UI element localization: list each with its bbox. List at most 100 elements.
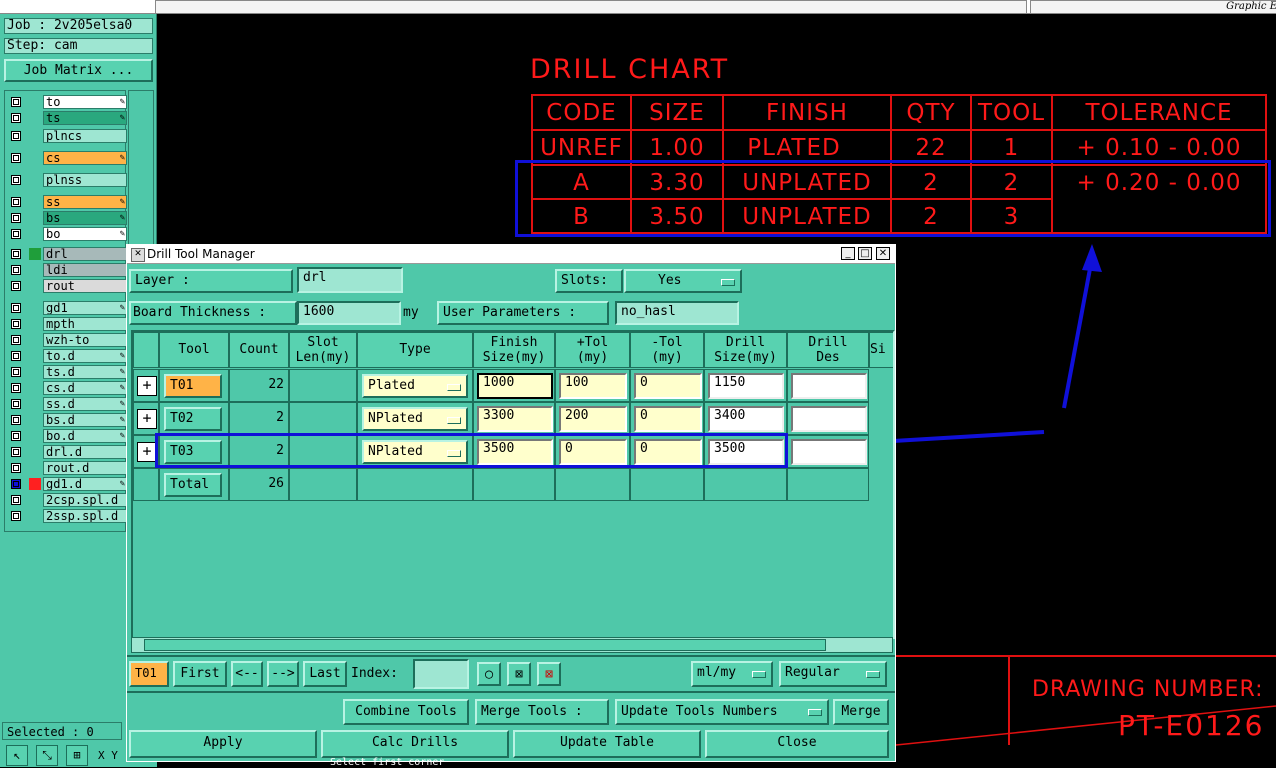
layer-checkbox[interactable] xyxy=(11,213,21,223)
drill-des-input[interactable] xyxy=(791,373,867,399)
expand-icon[interactable]: + xyxy=(137,442,157,462)
dialog-titlebar[interactable]: ✕ Drill Tool Manager _ □ ✕ xyxy=(127,245,895,264)
mode-select[interactable]: Regular xyxy=(779,661,887,687)
delete-icon[interactable]: ⊠ xyxy=(537,662,561,686)
update-tools-numbers-select[interactable]: Update Tools Numbers xyxy=(615,699,829,725)
layer-checkbox[interactable] xyxy=(11,511,21,521)
plus-tol-input[interactable]: 200 xyxy=(559,406,627,432)
next-button[interactable]: --> xyxy=(267,661,299,687)
layer-row[interactable]: 2ssp.spl.d xyxy=(5,509,127,523)
layer-row[interactable]: ts.d ✎ xyxy=(5,365,127,379)
layer-checkbox[interactable] xyxy=(11,131,21,141)
minus-tol-input[interactable]: 0 xyxy=(634,406,702,432)
layer-name[interactable]: ts.d ✎ xyxy=(43,365,127,379)
layer-name[interactable]: to ✎ xyxy=(43,95,127,109)
layer-row[interactable]: cs ✎ xyxy=(5,151,127,165)
layer-checkbox[interactable] xyxy=(11,265,21,275)
layer-field[interactable]: drl xyxy=(297,267,403,293)
thickness-field[interactable]: 1600 xyxy=(297,301,401,325)
layer-row[interactable]: ts ✎ xyxy=(5,111,127,125)
scroll-thumb[interactable] xyxy=(144,639,826,651)
drill-size-input[interactable]: 1150 xyxy=(708,373,784,399)
layer-checkbox[interactable] xyxy=(11,367,21,377)
layer-row[interactable]: rout.d xyxy=(5,461,127,475)
last-button[interactable]: Last xyxy=(303,661,347,687)
layer-checkbox[interactable] xyxy=(11,153,21,163)
layer-name[interactable]: plnss xyxy=(43,173,127,187)
plus-tol-input[interactable]: 100 xyxy=(559,373,627,399)
prev-button[interactable]: <-- xyxy=(231,661,263,687)
tool-button[interactable]: T02 xyxy=(164,407,222,431)
update-table-button[interactable]: Update Table xyxy=(513,730,701,758)
layer-name[interactable]: gd1 ✎ xyxy=(43,301,127,315)
job-matrix-button[interactable]: Job Matrix ... xyxy=(4,59,153,82)
minimize-icon[interactable]: _ xyxy=(841,247,855,260)
layer-row[interactable]: bs.d ✎ xyxy=(5,413,127,427)
layer-row[interactable]: 2csp.spl.d xyxy=(5,493,127,507)
layer-row[interactable]: ss ✎ xyxy=(5,195,127,209)
layer-row[interactable]: gd1.d ✎ xyxy=(5,477,127,491)
layer-name[interactable]: ts ✎ xyxy=(43,111,127,125)
select-arrow-icon[interactable]: ↖ xyxy=(6,745,28,766)
layer-row[interactable]: drl.d xyxy=(5,445,127,459)
index-field[interactable] xyxy=(413,659,469,689)
grid-icon[interactable]: ⊞ xyxy=(66,745,88,766)
layer-row[interactable]: drl xyxy=(5,247,127,261)
layer-checkbox[interactable] xyxy=(11,303,21,313)
layer-checkbox[interactable] xyxy=(11,351,21,361)
type-select[interactable]: NPlated xyxy=(362,407,468,431)
layer-checkbox[interactable] xyxy=(11,383,21,393)
layer-row[interactable]: plnss xyxy=(5,173,127,187)
layer-name[interactable]: cs ✎ xyxy=(43,151,127,165)
layer-name[interactable]: to.d ✎ xyxy=(43,349,127,363)
layer-name[interactable]: ss.d ✎ xyxy=(43,397,127,411)
units-select[interactable]: ml/my xyxy=(691,661,773,687)
expand-icon[interactable]: + xyxy=(137,376,157,396)
layer-checkbox[interactable] xyxy=(11,197,21,207)
layer-row[interactable]: plncs xyxy=(5,129,127,143)
drill-size-input[interactable]: 3400 xyxy=(708,406,784,432)
layer-name[interactable]: cs.d ✎ xyxy=(43,381,127,395)
layer-checkbox[interactable] xyxy=(11,319,21,329)
layer-name[interactable]: mpth xyxy=(43,317,127,331)
layer-row[interactable]: ldi xyxy=(5,263,127,277)
layer-name[interactable]: 2ssp.spl.d xyxy=(43,509,127,523)
layer-name[interactable]: bs.d ✎ xyxy=(43,413,127,427)
layer-checkbox[interactable] xyxy=(11,431,21,441)
layer-name[interactable]: 2csp.spl.d xyxy=(43,493,127,507)
layer-checkbox[interactable] xyxy=(11,479,21,489)
layer-row[interactable]: bo.d ✎ xyxy=(5,429,127,443)
layer-checkbox[interactable] xyxy=(11,97,21,107)
layer-name[interactable]: rout.d xyxy=(43,461,127,475)
slots-select[interactable]: Yes xyxy=(624,269,742,293)
drill-des-input[interactable] xyxy=(791,439,867,465)
tool-button[interactable]: T01 xyxy=(164,374,222,398)
layer-checkbox[interactable] xyxy=(11,229,21,239)
layer-name[interactable]: rout xyxy=(43,279,127,293)
layer-checkbox[interactable] xyxy=(11,281,21,291)
finish-size-input[interactable]: 3300 xyxy=(477,406,553,432)
layer-checkbox[interactable] xyxy=(11,335,21,345)
layer-name[interactable]: bo.d ✎ xyxy=(43,429,127,443)
layer-row[interactable]: to.d ✎ xyxy=(5,349,127,363)
layer-name[interactable]: ss ✎ xyxy=(43,195,127,209)
calc-drills-button[interactable]: Calc Drills xyxy=(321,730,509,758)
minus-tol-input[interactable]: 0 xyxy=(634,373,702,399)
layer-checkbox[interactable] xyxy=(11,113,21,123)
apply-button[interactable]: Apply xyxy=(129,730,317,758)
close-button[interactable]: Close xyxy=(705,730,889,758)
layer-row[interactable]: gd1 ✎ xyxy=(5,301,127,315)
layer-checkbox[interactable] xyxy=(11,399,21,409)
layer-name[interactable]: wzh-to xyxy=(43,333,127,347)
layer-row[interactable]: ss.d ✎ xyxy=(5,397,127,411)
layer-name[interactable]: ldi xyxy=(43,263,127,277)
type-select[interactable]: Plated xyxy=(362,374,468,398)
maximize-icon[interactable]: □ xyxy=(858,247,872,260)
layer-row[interactable]: rout xyxy=(5,279,127,293)
layer-checkbox[interactable] xyxy=(11,463,21,473)
layer-name[interactable]: gd1.d ✎ xyxy=(43,477,127,491)
layer-row[interactable]: cs.d ✎ xyxy=(5,381,127,395)
layer-row[interactable]: mpth xyxy=(5,317,127,331)
layer-name[interactable]: bs ✎ xyxy=(43,211,127,225)
window-menu-icon[interactable]: ✕ xyxy=(131,248,145,262)
